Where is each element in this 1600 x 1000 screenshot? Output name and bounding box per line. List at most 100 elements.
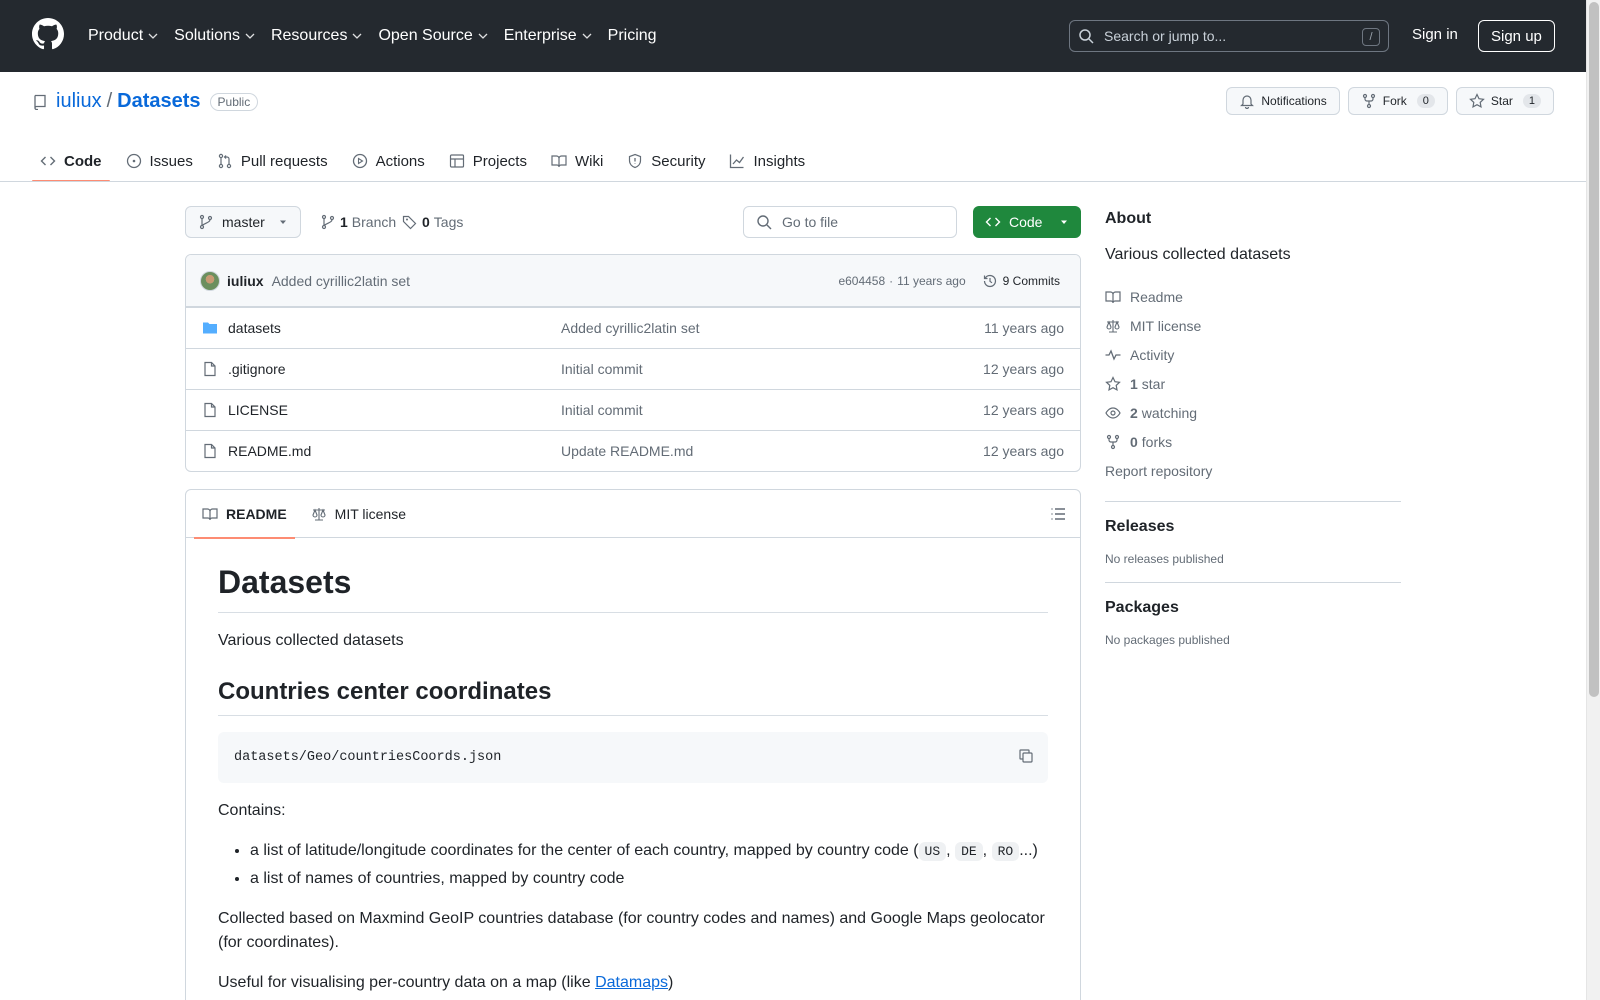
releases-heading[interactable]: Releases <box>1105 518 1401 536</box>
branches-link[interactable]: 1 Branch <box>320 214 396 230</box>
page-scrollbar[interactable] <box>1586 0 1600 1000</box>
search-icon <box>757 215 772 230</box>
file-age: 12 years ago <box>983 443 1064 459</box>
report-repository-link[interactable]: Report repository <box>1105 456 1401 485</box>
avatar[interactable] <box>200 270 220 291</box>
readme-tabs: README MIT license <box>186 490 1080 539</box>
code-dropdown-button[interactable]: Code <box>973 206 1081 238</box>
tab-security[interactable]: Security <box>619 140 713 182</box>
visibility-badge: Public <box>209 92 259 111</box>
repo-separator: / <box>106 90 113 112</box>
tab-readme[interactable]: README <box>194 490 295 539</box>
nav-open-source[interactable]: Open Source <box>378 22 488 50</box>
contains-list: a list of latitude/longitude coordinates… <box>218 839 1048 891</box>
law-icon <box>1106 319 1120 333</box>
repo-owner-link[interactable]: iuliux <box>56 90 102 113</box>
chevron-down-icon <box>478 33 488 39</box>
table-row[interactable]: README.md Update README.md 12 years ago <box>186 430 1080 471</box>
stars-link[interactable]: 1 star <box>1105 369 1401 398</box>
copy-icon[interactable] <box>1018 748 1034 764</box>
commit-author-link[interactable]: iuliux <box>227 273 264 289</box>
forks-count: 0 <box>1130 433 1138 450</box>
tab-issues[interactable]: Issues <box>118 140 201 182</box>
code-block: datasets/Geo/countriesCoords.json <box>218 732 1048 783</box>
readme-link[interactable]: Readme <box>1105 282 1401 311</box>
eye-icon <box>1105 407 1121 419</box>
commits-history-link[interactable]: 9 Commits <box>976 273 1066 289</box>
file-commit-message-link[interactable]: Initial commit <box>561 361 983 377</box>
fork-count: 0 <box>1416 94 1435 108</box>
tab-actions[interactable]: Actions <box>344 140 433 182</box>
sign-in-link[interactable]: Sign in <box>1412 26 1458 43</box>
releases-empty-text: No releases published <box>1105 552 1224 567</box>
watchers-link[interactable]: 2 watching <box>1105 398 1401 427</box>
search-placeholder: Search or jump to... <box>1104 28 1227 44</box>
chevron-down-icon <box>352 33 362 39</box>
file-age: 12 years ago <box>983 361 1064 377</box>
sign-up-button[interactable]: Sign up <box>1478 20 1555 52</box>
file-commit-message-link[interactable]: Added cyrillic2latin set <box>561 320 984 336</box>
tab-projects[interactable]: Projects <box>441 140 535 182</box>
star-icon <box>1469 93 1485 109</box>
github-logo-icon[interactable] <box>32 18 64 50</box>
star-button[interactable]: Star 1 <box>1455 87 1554 115</box>
branch-icon <box>321 214 335 230</box>
scrollbar-thumb[interactable] <box>1589 2 1599 697</box>
repo-actions: Notifications Fork 0 Star 1 <box>1226 87 1554 115</box>
tab-pull-requests[interactable]: Pull requests <box>209 140 336 182</box>
code-icon <box>40 156 56 166</box>
nav-product[interactable]: Product <box>88 22 158 50</box>
nav-enterprise[interactable]: Enterprise <box>504 22 592 50</box>
file-commit-message-link[interactable]: Initial commit <box>561 402 983 418</box>
forks-link[interactable]: 0 forks <box>1105 427 1401 456</box>
chevron-down-icon <box>245 33 255 39</box>
file-name-link[interactable]: datasets <box>228 320 561 336</box>
tab-wiki[interactable]: Wiki <box>543 140 611 182</box>
table-row[interactable]: .gitignore Initial commit 12 years ago <box>186 348 1080 389</box>
inline-code: DE <box>955 842 983 861</box>
license-link[interactable]: MIT license <box>1105 311 1401 340</box>
datamaps-link[interactable]: Datamaps <box>595 974 668 991</box>
notifications-button[interactable]: Notifications <box>1226 87 1340 115</box>
global-search-input[interactable]: Search or jump to... / <box>1069 20 1389 52</box>
useful-prefix: Useful for visualising per-country data … <box>218 974 596 991</box>
branch-label: Branch <box>351 214 397 230</box>
nav-solutions[interactable]: Solutions <box>174 22 255 50</box>
tab-license[interactable]: MIT license <box>303 490 414 538</box>
tags-link[interactable]: 0 Tags <box>402 214 463 230</box>
file-name-link[interactable]: .gitignore <box>228 361 561 377</box>
list-outline-icon[interactable] <box>1050 506 1066 522</box>
commit-sha-link[interactable]: e604458 <box>838 274 885 288</box>
branch-name: master <box>222 214 265 230</box>
repo-name-link[interactable]: Datasets <box>117 90 200 113</box>
bullet-text: a list of latitude/longitude coordinates… <box>250 842 919 859</box>
fork-button[interactable]: Fork 0 <box>1347 87 1448 115</box>
fork-icon <box>1362 93 1375 109</box>
star-label: Star <box>1490 94 1513 108</box>
packages-heading[interactable]: Packages <box>1105 599 1401 617</box>
file-name-link[interactable]: README.md <box>228 443 561 459</box>
table-row[interactable]: datasets Added cyrillic2latin set 11 yea… <box>186 307 1080 348</box>
law-icon <box>312 507 326 521</box>
tab-code[interactable]: Code <box>32 140 110 182</box>
file-age: 12 years ago <box>983 402 1064 418</box>
tab-insights-label: Insights <box>753 152 806 170</box>
file-commit-message-link[interactable]: Update README.md <box>561 443 983 459</box>
list-item: a list of names of countries, mapped by … <box>250 867 1048 891</box>
nav-resources[interactable]: Resources <box>271 22 362 50</box>
tab-insights[interactable]: Insights <box>721 140 813 182</box>
search-icon <box>1079 29 1094 44</box>
caret-down-icon <box>1061 220 1067 224</box>
file-name-link[interactable]: LICENSE <box>228 402 561 418</box>
book-icon <box>1105 291 1121 304</box>
table-row[interactable]: LICENSE Initial commit 12 years ago <box>186 389 1080 430</box>
commit-message-link[interactable]: Added cyrillic2latin set <box>272 273 411 289</box>
nav-pricing[interactable]: Pricing <box>608 22 657 50</box>
activity-link[interactable]: Activity <box>1105 340 1401 369</box>
chevron-down-icon <box>582 33 592 39</box>
branch-select-button[interactable]: master <box>185 206 301 238</box>
file-list: iuliux Added cyrillic2latin set e604458 … <box>185 254 1081 472</box>
caret-down-icon <box>280 220 286 224</box>
notifications-label: Notifications <box>1261 94 1327 108</box>
go-to-file-input[interactable]: Go to file <box>743 206 957 238</box>
